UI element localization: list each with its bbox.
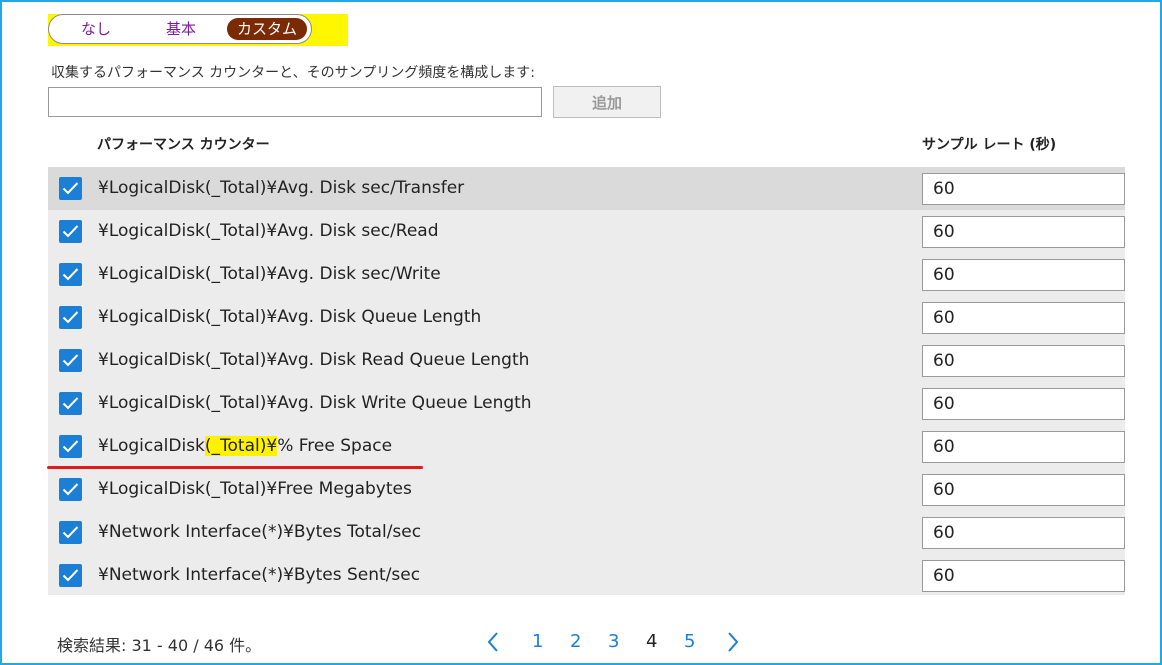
- counter-name: ¥LogicalDisk(_Total)¥Avg. Disk sec/Write: [98, 264, 441, 284]
- counter-name: ¥LogicalDisk(_Total)¥Avg. Disk Write Que…: [98, 393, 532, 413]
- row-checkbox[interactable]: [59, 263, 82, 286]
- sample-rate-input[interactable]: 60: [922, 517, 1125, 549]
- counter-name: ¥Network Interface(*)¥Bytes Total/sec: [98, 522, 422, 542]
- page-link-1[interactable]: 1: [532, 628, 543, 656]
- check-icon: [62, 440, 79, 453]
- column-header-rate: サンプル レート (秒): [922, 137, 1057, 153]
- add-button[interactable]: 追加: [553, 86, 661, 118]
- column-header-counter: パフォーマンス カウンター: [97, 137, 270, 153]
- counter-name: ¥LogicalDisk(_Total)¥Avg. Disk sec/Trans…: [98, 178, 465, 198]
- table-row[interactable]: ¥LogicalDisk(_Total)¥% Free Space 60: [48, 425, 1125, 468]
- page-link-3[interactable]: 3: [608, 628, 619, 656]
- row-checkbox[interactable]: [59, 177, 82, 200]
- counter-search-input[interactable]: [48, 87, 542, 117]
- table-row[interactable]: ¥LogicalDisk(_Total)¥Avg. Disk sec/Write…: [48, 253, 1125, 296]
- sample-rate-input[interactable]: 60: [922, 388, 1125, 420]
- row-checkbox[interactable]: [59, 306, 82, 329]
- chevron-left-icon[interactable]: [486, 630, 500, 654]
- check-icon: [62, 526, 79, 539]
- table-row[interactable]: ¥LogicalDisk(_Total)¥Avg. Disk sec/Read …: [48, 210, 1125, 253]
- row-checkbox[interactable]: [59, 435, 82, 458]
- counter-name: ¥LogicalDisk(_Total)¥Avg. Disk Queue Len…: [98, 307, 482, 327]
- mode-toggle: なし 基本 カスタム: [48, 14, 312, 44]
- mode-toggle-highlight: なし 基本 カスタム: [48, 14, 348, 46]
- counter-name-part: % Free Space: [277, 436, 393, 456]
- counter-name: ¥LogicalDisk(_Total)¥Avg. Disk Read Queu…: [98, 350, 530, 370]
- table-row[interactable]: ¥Network Interface(*)¥Bytes Sent/sec 60: [48, 554, 1125, 597]
- check-icon: [62, 225, 79, 238]
- results-count: 検索結果: 31 - 40 / 46 件。: [57, 636, 262, 655]
- check-icon: [62, 483, 79, 496]
- sample-rate-input[interactable]: 60: [922, 560, 1125, 592]
- sample-rate-input[interactable]: 60: [922, 431, 1125, 463]
- red-underline-annotation: [47, 466, 423, 469]
- row-checkbox[interactable]: [59, 564, 82, 587]
- check-icon: [62, 354, 79, 367]
- sample-rate-input[interactable]: 60: [922, 173, 1125, 205]
- check-icon: [62, 311, 79, 324]
- page-link-2[interactable]: 2: [570, 628, 581, 656]
- sample-rate-input[interactable]: 60: [922, 259, 1125, 291]
- highlighted-instance: (_Total)¥: [204, 436, 278, 456]
- counter-name: ¥LogicalDisk(_Total)¥Free Megabytes: [98, 479, 412, 499]
- check-icon: [62, 268, 79, 281]
- row-checkbox[interactable]: [59, 478, 82, 501]
- counter-name-part: ¥LogicalDisk: [98, 436, 205, 456]
- description-text: 収集するパフォーマンス カウンターと、そのサンプリング頻度を構成します:: [51, 65, 535, 81]
- page-link-5[interactable]: 5: [684, 628, 695, 656]
- table-row[interactable]: ¥LogicalDisk(_Total)¥Free Megabytes 60: [48, 468, 1125, 511]
- table-row[interactable]: ¥Network Interface(*)¥Bytes Total/sec 60: [48, 511, 1125, 554]
- check-icon: [62, 397, 79, 410]
- row-checkbox[interactable]: [59, 392, 82, 415]
- check-icon: [62, 569, 79, 582]
- counter-name: ¥Network Interface(*)¥Bytes Sent/sec: [98, 565, 421, 585]
- table-row[interactable]: ¥LogicalDisk(_Total)¥Avg. Disk sec/Trans…: [48, 167, 1125, 210]
- toggle-option-custom[interactable]: カスタム: [227, 18, 307, 40]
- sample-rate-input[interactable]: 60: [922, 474, 1125, 506]
- sample-rate-input[interactable]: 60: [922, 216, 1125, 248]
- counter-table: ¥LogicalDisk(_Total)¥Avg. Disk sec/Trans…: [48, 167, 1125, 595]
- counter-name: ¥LogicalDisk(_Total)¥Avg. Disk sec/Read: [98, 221, 439, 241]
- row-checkbox[interactable]: [59, 220, 82, 243]
- sample-rate-input[interactable]: 60: [922, 302, 1125, 334]
- table-row[interactable]: ¥LogicalDisk(_Total)¥Avg. Disk Queue Len…: [48, 296, 1125, 339]
- toggle-option-none[interactable]: なし: [69, 18, 123, 40]
- toggle-option-basic[interactable]: 基本: [149, 18, 213, 40]
- page-link-4-current[interactable]: 4: [646, 628, 657, 656]
- counter-name: ¥LogicalDisk(_Total)¥% Free Space: [98, 425, 392, 468]
- sample-rate-input[interactable]: 60: [922, 345, 1125, 377]
- check-icon: [62, 182, 79, 195]
- chevron-right-icon[interactable]: [726, 630, 740, 654]
- table-row[interactable]: ¥LogicalDisk(_Total)¥Avg. Disk Read Queu…: [48, 339, 1125, 382]
- row-checkbox[interactable]: [59, 521, 82, 544]
- row-checkbox[interactable]: [59, 349, 82, 372]
- table-row[interactable]: ¥LogicalDisk(_Total)¥Avg. Disk Write Que…: [48, 382, 1125, 425]
